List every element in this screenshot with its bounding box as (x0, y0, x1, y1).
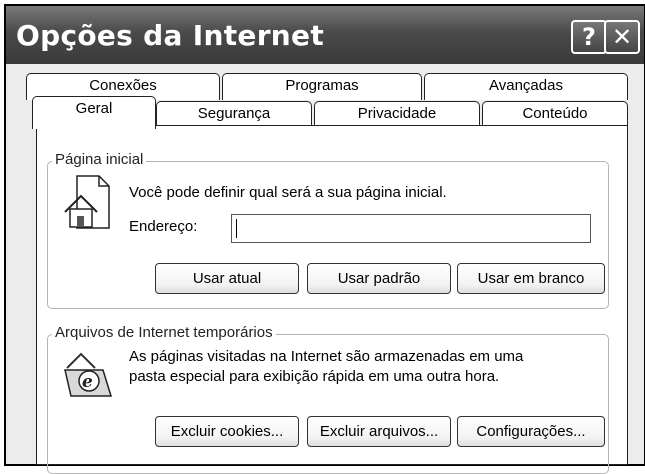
tab-conteudo[interactable]: Conteúdo (482, 101, 628, 128)
tab-avancadas[interactable]: Avançadas (424, 73, 628, 100)
address-label: Endereço: (129, 218, 198, 235)
delete-files-button[interactable]: Excluir arquivos... (307, 416, 451, 447)
close-button[interactable]: ✕ (604, 20, 640, 54)
tab-seguranca[interactable]: Segurança (156, 101, 312, 128)
address-input[interactable] (231, 214, 591, 243)
temp-files-description-line2: pasta especial para exibição rápida em u… (129, 368, 500, 385)
ie-folder-icon: e (64, 352, 113, 397)
use-blank-button[interactable]: Usar em branco (457, 263, 605, 294)
tab-panel-geral: Página inicial Você pode definir qual se… (36, 125, 628, 474)
tab-geral[interactable]: Geral (32, 96, 156, 129)
text-caret (236, 219, 237, 238)
home-page-description: Você pode definir qual será a sua página… (129, 184, 447, 201)
use-default-button[interactable]: Usar padrão (307, 263, 451, 294)
settings-button[interactable]: Configurações... (457, 416, 605, 447)
window-title: Opções da Internet (16, 19, 325, 52)
title-bar[interactable]: Opções da Internet ? ✕ (6, 6, 644, 64)
temp-files-description-line1: As páginas visitadas na Internet são arm… (129, 348, 524, 365)
tab-privacidade[interactable]: Privacidade (314, 101, 480, 128)
tab-programas[interactable]: Programas (222, 73, 422, 100)
home-page-group-label: Página inicial (52, 151, 147, 168)
house-page-icon (64, 175, 110, 229)
use-current-button[interactable]: Usar atual (155, 263, 299, 294)
svg-text:e: e (82, 372, 93, 392)
help-button[interactable]: ? (571, 20, 607, 54)
temp-files-group-label: Arquivos de Internet temporários (52, 324, 276, 341)
delete-cookies-button[interactable]: Excluir cookies... (155, 416, 299, 447)
